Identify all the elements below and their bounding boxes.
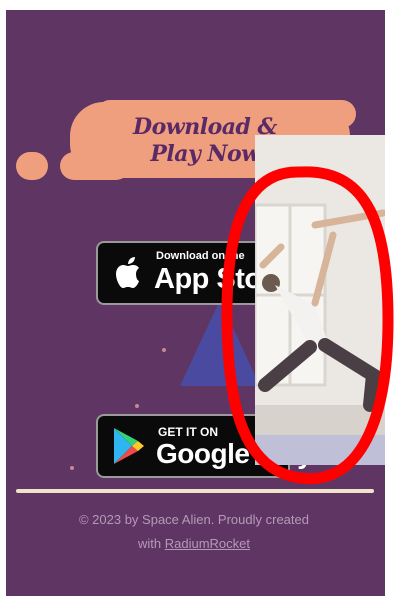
decorative-shape <box>180 300 260 386</box>
yoga-photo-illustration <box>255 135 385 465</box>
footer-link[interactable]: RadiumRocket <box>165 536 250 551</box>
app-store-small-label: Download on the <box>156 250 245 262</box>
footer-credit: with RadiumRocket <box>14 532 374 556</box>
decorative-dot <box>162 348 166 352</box>
footer-with: with <box>137 536 162 551</box>
decorative-dot <box>135 404 139 408</box>
apple-icon <box>116 257 139 288</box>
footer-divider <box>16 489 374 493</box>
yoga-photo <box>255 135 385 465</box>
decorative-dot <box>70 466 74 470</box>
google-play-small-label: GET IT ON <box>158 425 218 439</box>
google-play-icon <box>114 428 144 464</box>
banner-shape-dot <box>16 152 48 180</box>
copyright-text: © 2023 by Space Alien. Proudly created <box>78 512 309 527</box>
footer-text: © 2023 by Space Alien. Proudly created w… <box>14 508 374 556</box>
